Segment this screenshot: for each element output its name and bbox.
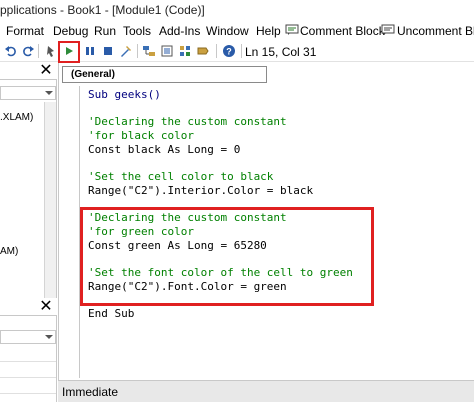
object-browser-icon[interactable] <box>178 44 192 58</box>
menu-add-ins[interactable]: Add-Ins <box>159 24 200 38</box>
menu-run[interactable]: Run <box>94 24 116 38</box>
menu-comment-block[interactable]: Comment Block <box>300 24 385 38</box>
code-line[interactable]: 'Declaring the custom constant <box>88 115 287 128</box>
toolbar-separator <box>241 44 242 58</box>
object-selector[interactable] <box>0 330 56 344</box>
immediate-window[interactable]: Immediate <box>58 380 474 402</box>
title-bar: pplications - Book1 - [Module1 (Code)] <box>0 0 474 20</box>
menu-uncomment-block[interactable]: Uncomment Block <box>397 24 474 38</box>
code-text: Sub geeks() <box>88 88 161 101</box>
code-text: End Sub <box>88 307 135 321</box>
object-dropdown[interactable]: (General) <box>62 66 267 83</box>
project-item[interactable]: .XLAM) <box>0 112 33 123</box>
code-line[interactable]: 'Set the cell color to black <box>88 170 273 183</box>
code-text: Range("C2").Interior.Color = black <box>88 183 314 197</box>
code-text: Const black As Long = 0 <box>88 142 241 156</box>
code-line[interactable]: Const black As Long = 0 <box>88 143 240 156</box>
scrollbar[interactable] <box>44 102 56 298</box>
margin-indicator-bar[interactable] <box>62 86 80 378</box>
project-explorer-icon[interactable] <box>142 44 156 58</box>
code-comment: 'Declaring the custom constant <box>88 115 287 129</box>
project-filter[interactable] <box>0 86 56 100</box>
window-title: pplications - Book1 - [Module1 (Code)] <box>0 3 205 17</box>
svg-text:?: ? <box>226 47 232 57</box>
menu-bar: Format Debug Run Tools Add-Ins Window He… <box>0 20 474 40</box>
code-line[interactable]: 'for black color <box>88 129 194 142</box>
property-row[interactable] <box>0 380 56 394</box>
project-explorer-header: ✕ <box>0 62 57 80</box>
project-item[interactable]: AM) <box>0 246 18 257</box>
properties-pane: ✕ <box>0 298 57 402</box>
code-line[interactable]: Range("C2").Interior.Color = black <box>88 184 313 197</box>
properties-header: ✕ <box>0 298 57 316</box>
toolbar-separator <box>216 44 217 58</box>
mouse-icon[interactable] <box>43 44 57 58</box>
project-explorer-pane: ✕ .XLAM) AM) <box>0 62 57 298</box>
close-icon[interactable]: ✕ <box>38 63 54 79</box>
property-row[interactable] <box>0 348 56 362</box>
design-mode-icon[interactable] <box>119 44 133 58</box>
code-line[interactable]: Sub geeks() <box>88 88 161 101</box>
reset-icon[interactable] <box>101 44 115 58</box>
comment-block-icon[interactable] <box>285 24 299 36</box>
property-row[interactable] <box>0 364 56 378</box>
cursor-position: Ln 15, Col 31 <box>245 45 317 59</box>
code-comment: 'Set the cell color to black <box>88 170 274 184</box>
menu-help[interactable]: Help <box>256 24 281 38</box>
object-dropdown-value: (General) <box>71 69 115 80</box>
toolbar-separator <box>38 44 39 58</box>
menu-window[interactable]: Window <box>206 24 249 38</box>
redo-icon[interactable] <box>21 44 35 58</box>
close-icon[interactable]: ✕ <box>38 299 54 315</box>
properties-icon[interactable] <box>160 44 174 58</box>
uncomment-block-icon[interactable] <box>381 24 395 36</box>
help-icon[interactable]: ? <box>222 44 236 58</box>
code-highlight-box <box>80 207 374 306</box>
menu-debug[interactable]: Debug <box>53 24 88 38</box>
toolbox-icon[interactable] <box>196 44 210 58</box>
immediate-window-title: Immediate <box>62 385 119 399</box>
run-button-highlight <box>58 41 80 63</box>
toolbar-separator <box>137 44 138 58</box>
menu-format[interactable]: Format <box>6 24 44 38</box>
break-icon[interactable] <box>83 44 97 58</box>
menu-tools[interactable]: Tools <box>123 24 151 38</box>
code-comment: 'for black color <box>88 129 194 143</box>
undo-icon[interactable] <box>4 44 18 58</box>
code-line[interactable]: End Sub <box>88 307 134 320</box>
